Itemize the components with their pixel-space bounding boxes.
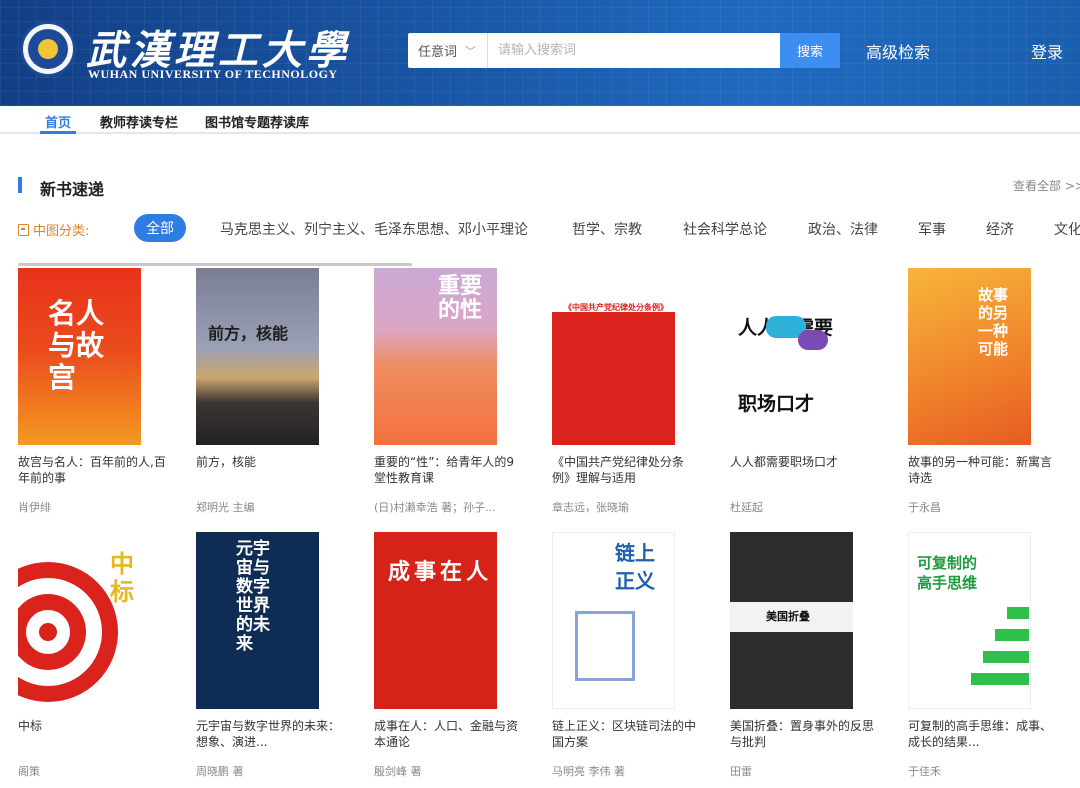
section-accent-bar <box>18 177 22 193</box>
advanced-search-link[interactable]: 高级检索 <box>866 39 930 63</box>
search-button[interactable]: 搜索 <box>780 33 840 68</box>
book-title[interactable]: 元宇宙与数字世界的未来：想象、演进... <box>196 718 346 750</box>
book-cover[interactable]: 元宇宙与数字世界的未来 <box>196 532 319 709</box>
book-title[interactable]: 美国折叠：置身事外的反思与批判 <box>730 718 880 750</box>
book-cover[interactable]: 人人都需要职场口才 <box>730 268 853 445</box>
cover-title: 成事在人 <box>388 559 493 585</box>
book-title[interactable]: 前方，核能 <box>196 454 346 470</box>
book-author: 肖伊绯 <box>18 501 51 514</box>
cover-title: 前方，核能 <box>208 324 289 343</box>
book-author: 章志远，张晓瑜 <box>552 501 629 514</box>
logo-subtitle: WUHAN UNIVERSITY OF TECHNOLOGY <box>88 67 338 81</box>
cover-title: 名人与故宫 <box>48 297 105 394</box>
nav-active-underline <box>40 131 76 134</box>
book-author: 田雷 <box>730 765 752 778</box>
nav-teacher-picks[interactable]: 教师荐读专栏 <box>100 112 178 131</box>
cover-title: 重要的性 <box>438 273 483 323</box>
book-cover[interactable]: 故事的另一种可能 <box>908 268 1031 445</box>
nav-library-topics[interactable]: 图书馆专题荐读库 <box>205 112 309 131</box>
university-seal-icon[interactable] <box>20 21 76 77</box>
book-author: 杜延起 <box>730 501 763 514</box>
category-economy[interactable]: 经济 <box>986 219 1014 239</box>
book-cover[interactable]: 美国折叠 <box>730 532 853 709</box>
book-author: 郑明光 主编 <box>196 501 255 514</box>
cover-title: 故事的另一种可能 <box>978 286 1009 358</box>
search-input[interactable] <box>488 33 780 68</box>
cover-title: 元宇宙与数字世界的未来 <box>236 539 270 654</box>
book-author: (日)村濑幸浩 著；孙子... <box>374 501 496 514</box>
cover-red-panel <box>552 312 675 445</box>
book-title[interactable]: 成事在人：人口、金融与资本通论 <box>374 718 524 750</box>
category-all[interactable]: 全部 <box>134 214 186 242</box>
book-title[interactable]: 故事的另一种可能：新寓言诗选 <box>908 454 1058 486</box>
view-all-link[interactable]: 查看全部 >> <box>1013 177 1080 194</box>
cover-title: 中标 <box>110 549 134 606</box>
book-author: 于永昌 <box>908 501 941 514</box>
book-title[interactable]: 人人都需要职场口才 <box>730 454 880 470</box>
category-scrollbar[interactable] <box>18 263 412 266</box>
cube-illustration <box>575 611 635 681</box>
book-cover[interactable]: 重要的性 <box>374 268 497 445</box>
category-politics-law[interactable]: 政治、法律 <box>808 219 878 239</box>
cover-title: 人人都需要职场口才 <box>738 317 834 415</box>
category-military[interactable]: 军事 <box>918 219 946 239</box>
book-cover[interactable]: 可复制的高手思维 <box>908 532 1031 709</box>
speech-bubble-icon <box>798 330 828 350</box>
book-author: 马明亮 李伟 著 <box>552 765 625 778</box>
book-title[interactable]: 链上正义：区块链司法的中国方案 <box>552 718 702 750</box>
book-cover[interactable]: 链上正义 <box>552 532 675 709</box>
category-marxism[interactable]: 马克思主义、列宁主义、毛泽东思想、邓小平理论 <box>220 219 528 239</box>
book-title[interactable]: 中标 <box>18 718 168 734</box>
cover-title: 美国折叠 <box>766 610 810 623</box>
category-social-science[interactable]: 社会科学总论 <box>683 219 767 239</box>
category-filter: 中图分类: 全部 马克思主义、列宁主义、毛泽东思想、邓小平理论 哲学、宗教 社会… <box>18 214 1080 242</box>
cover-title: 链上正义 <box>615 541 655 593</box>
book-author: 于佳禾 <box>908 765 941 778</box>
site-header: 武漢理工大學 WUHAN UNIVERSITY OF TECHNOLOGY 任意… <box>0 0 1080 106</box>
book-title[interactable]: 可复制的高手思维：成事、成长的结果... <box>908 718 1058 750</box>
search-bar: 任意词 ﹀ 搜索 <box>408 33 840 68</box>
category-philosophy[interactable]: 哲学、宗教 <box>572 219 642 239</box>
cover-title: 《中国共产党纪律处分条例》 <box>564 303 668 312</box>
chevron-down-icon: ﹀ <box>465 44 477 58</box>
login-link[interactable]: 登录 <box>1031 39 1063 63</box>
book-author: 周晓鹏 著 <box>196 765 244 778</box>
main-nav: 首页 教师荐读专栏 图书馆专题荐读库 <box>0 106 1080 134</box>
section-title: 新书速递 <box>40 180 105 199</box>
book-cover[interactable]: 中标 <box>18 532 141 709</box>
category-culture[interactable]: 文化 <box>1054 219 1080 239</box>
book-icon <box>18 224 29 236</box>
book-cover[interactable]: 前方，核能 <box>196 268 319 445</box>
stairs-illustration <box>971 607 1029 685</box>
book-title[interactable]: 故宫与名人：百年前的人,百年前的事 <box>18 454 168 486</box>
search-scope-select[interactable]: 任意词 ﹀ <box>408 33 488 68</box>
book-cover[interactable]: 《中国共产党纪律处分条例》 <box>552 268 675 445</box>
search-scope-label: 任意词 <box>418 45 458 60</box>
book-cover[interactable]: 名人与故宫 <box>18 268 141 445</box>
book-author: 阁策 <box>18 765 40 778</box>
book-title[interactable]: 重要的“性”：给青年人的9堂性教育课 <box>374 454 524 486</box>
nav-home[interactable]: 首页 <box>45 112 71 131</box>
book-cover[interactable]: 成事在人 <box>374 532 497 709</box>
book-author: 殷剑峰 著 <box>374 765 422 778</box>
category-label: 中图分类: <box>18 220 89 239</box>
book-title[interactable]: 《中国共产党纪律处分条例》理解与适用 <box>552 454 702 486</box>
